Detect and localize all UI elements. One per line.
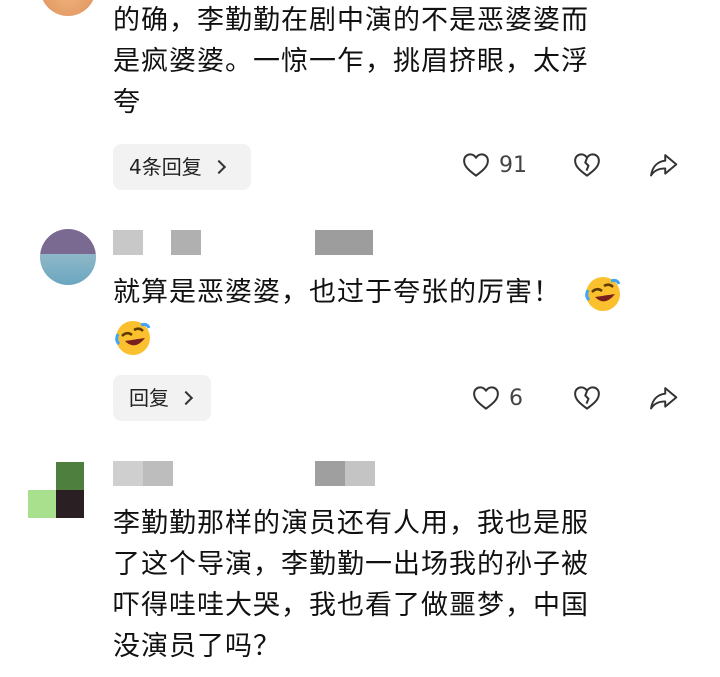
like-button[interactable]: 91 [461,150,527,180]
share-arrow-icon[interactable] [648,150,680,180]
comment-text: 的确，李勤勤在剧中演的不是恶婆婆而 是疯婆婆。一惊一乍，挑眉挤眼，太浮 夸 [113,0,673,123]
rolling-laughing-emoji [115,321,151,355]
rolling-laughing-emoji [584,276,620,311]
comment-line: 吓得哇哇大哭，我也看了做噩梦，中国 [113,590,589,621]
heart-outline-icon [473,386,499,410]
comment-line: 是疯婆婆。一惊一乍，挑眉挤眼，太浮 [113,46,589,77]
username-mosaic [171,230,201,255]
share-arrow-icon[interactable] [648,383,680,413]
username-mosaic [143,461,173,486]
comment-line: 李勤勤那样的演员还有人用，我也是服 [113,508,589,539]
like-count: 91 [499,152,527,178]
heart-outline-icon [463,153,489,177]
username-mosaic [345,461,375,486]
chevron-right-icon [178,390,194,406]
comment-list: 的确，李勤勤在剧中演的不是恶婆婆而 是疯婆婆。一惊一乍，挑眉挤眼，太浮 夸 4条… [0,0,720,677]
reply-button[interactable]: 回复 [113,375,211,421]
username-mosaic [315,230,373,255]
comment-text: 李勤勤那样的演员还有人用，我也是服 了这个导演，李勤勤一出场我的孙子被 吓得哇哇… [113,503,673,667]
chevron-right-icon [211,159,226,175]
username-mosaic [113,461,143,486]
username-mosaic [113,230,143,255]
avatar[interactable] [40,229,96,285]
reply-label: 4条回复 [129,155,202,179]
comment-line: 夸 [113,87,141,118]
avatar[interactable] [40,0,96,16]
comment-line: 的确，李勤勤在剧中演的不是恶婆婆而 [113,5,589,36]
comment-line [113,317,673,359]
like-count: 6 [509,385,523,411]
broken-heart-icon[interactable] [572,383,602,413]
avatar[interactable] [28,462,84,518]
like-button[interactable]: 6 [471,383,523,413]
comment-line: 了这个导演，李勤勤一出场我的孙子被 [113,549,589,580]
comment-text: 就算是恶婆婆，也过于夸张的厉害！ [113,272,673,358]
reply-label: 回复 [129,386,169,410]
comment-line: 就算是恶婆婆，也过于夸张的厉害！ [113,272,673,314]
broken-heart-icon[interactable] [572,150,602,180]
comment-line: 没演员了吗？ [113,631,281,662]
username-mosaic [315,461,345,486]
view-replies-button[interactable]: 4条回复 [113,144,251,190]
